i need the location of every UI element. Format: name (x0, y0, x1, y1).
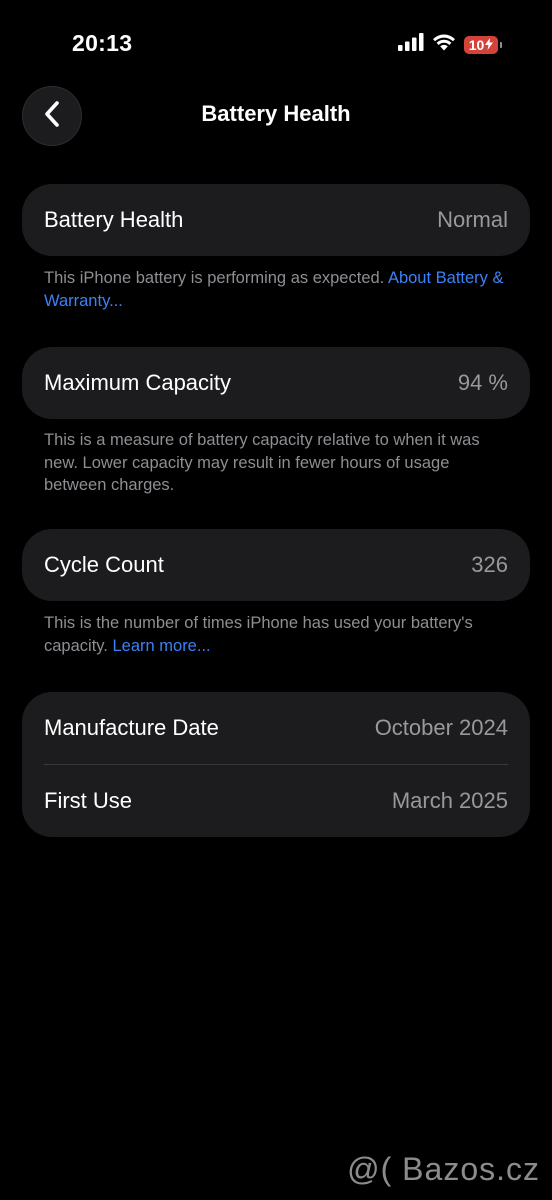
battery-nub (500, 41, 502, 48)
cycle-count-card: Cycle Count 326 (22, 529, 530, 601)
battery-health-row[interactable]: Battery Health Normal (22, 184, 530, 256)
battery-health-value: Normal (437, 207, 508, 232)
cycle-count-footnote-text: This is the number of times iPhone has u… (44, 614, 473, 655)
battery-health-footnote: This iPhone battery is performing as exp… (44, 267, 514, 312)
maximum-capacity-card: Maximum Capacity 94 % (22, 347, 530, 419)
status-icons: 10 (398, 33, 502, 56)
maximum-capacity-footnote: This is a measure of battery capacity re… (44, 429, 514, 497)
watermark: @( Bazos.cz (347, 1151, 540, 1187)
first-use-label: First Use (44, 788, 132, 813)
learn-more-link[interactable]: Learn more... (112, 637, 210, 655)
manufacture-date-value: October 2024 (374, 715, 508, 740)
first-use-value: March 2025 (391, 788, 508, 813)
battery-icon: 10 (464, 35, 498, 54)
maximum-capacity-row: Maximum Capacity 94 % (22, 347, 530, 419)
battery-health-footnote-text: This iPhone battery is performing as exp… (44, 269, 385, 287)
cycle-count-value: 326 (471, 552, 508, 577)
battery-health-label: Battery Health (44, 207, 184, 232)
cellular-signal-icon (398, 33, 424, 56)
cycle-count-footnote: This is the number of times iPhone has u… (44, 612, 514, 657)
dates-card: Manufacture Date October 2024 First Use … (22, 692, 530, 837)
maximum-capacity-footnote-text: This is a measure of battery capacity re… (44, 431, 480, 494)
battery-level-text: 10 (468, 36, 485, 53)
status-bar: 20:13 10 (0, 0, 552, 90)
wifi-icon (432, 33, 456, 56)
battery-health-card: Battery Health Normal (22, 184, 530, 256)
maximum-capacity-value: 94 % (457, 370, 508, 395)
cycle-count-row: Cycle Count 326 (22, 529, 530, 601)
manufacture-date-row: Manufacture Date October 2024 (22, 692, 530, 764)
first-use-row: First Use March 2025 (22, 765, 530, 837)
maximum-capacity-label: Maximum Capacity (44, 370, 232, 395)
status-time: 20:13 (72, 30, 133, 56)
charging-bolt-icon (485, 37, 494, 53)
cycle-count-label: Cycle Count (44, 552, 164, 577)
page-title: Battery Health (201, 101, 351, 126)
manufacture-date-label: Manufacture Date (44, 715, 219, 740)
